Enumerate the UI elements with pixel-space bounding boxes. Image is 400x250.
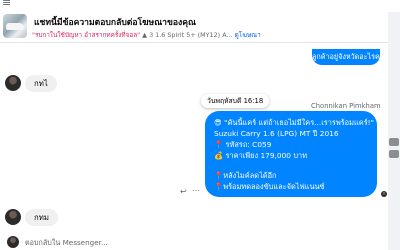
customer-avatar[interactable] xyxy=(5,209,21,225)
car-image-icon xyxy=(6,23,24,30)
message-line: 😎 "คันนี้แคร์ แต่ถ้าเธอไม่มีใคร...เรารพร… xyxy=(214,118,375,127)
incoming-message[interactable]: กทม xyxy=(25,209,58,226)
customer-avatar[interactable] xyxy=(5,75,21,91)
side-thumb-icon[interactable] xyxy=(389,138,399,146)
reply-icon[interactable]: ↩ xyxy=(180,187,187,196)
message-line: 📍พร้อมทดลองขับและจัดไฟแนนซ์ xyxy=(214,182,325,191)
sender-name: Chonnikan Pimkham xyxy=(311,102,381,110)
message-line: 💰 ราคาเพียง 179,000 บาท xyxy=(214,151,308,160)
side-thumb-icon[interactable] xyxy=(389,150,399,158)
top-strip xyxy=(0,0,400,12)
menu-icon[interactable]: ≡ xyxy=(2,0,11,9)
ad-thumbnail[interactable] xyxy=(3,14,27,38)
outgoing-message[interactable]: 😎 "คันนี้แคร์ แต่ถ้าเธอไม่มีใคร...เรารพร… xyxy=(205,111,377,197)
page-avatar xyxy=(7,236,19,248)
side-panel[interactable] xyxy=(388,12,400,250)
seen-avatar-icon xyxy=(381,191,387,197)
more-options-icon[interactable]: ⋯ xyxy=(192,186,200,195)
outgoing-message[interactable]: ลูกค้าอยู่จังหวัดอะไรคะ xyxy=(312,49,384,65)
view-ad-link[interactable]: ดูโฆษณา xyxy=(235,31,261,39)
ad-reply-title: แชทนี้มีข้อความตอบกลับต่อโฆษณาของคุณ xyxy=(34,18,196,28)
reply-input[interactable] xyxy=(25,236,375,249)
ad-message-quote: "รบกาในใช้บัญหา อำสรากทครั้งที่จอล" xyxy=(32,31,141,39)
message-line: 📍หลังไมค์ลดได้อีก xyxy=(214,171,277,180)
message-line: 📍 รหัสรถ: C059 xyxy=(214,140,272,149)
conversation-header: แชทนี้มีข้อความตอบกลับต่อโฆษณาของคุณ "รบ… xyxy=(0,12,388,43)
message-line: Suzuki Carry 1.6 (LPG) MT ปี 2016 xyxy=(214,129,339,138)
timestamp-badge: วันพฤหัสบดี 16:18 xyxy=(201,94,270,108)
ad-details: "รบกาในใช้บัญหา อำสรากทครั้งที่จอล" ▲ 3 … xyxy=(32,30,261,40)
incoming-message[interactable]: กทไ xyxy=(25,75,57,92)
ad-vehicle-info: ▲ 3 1.6 Spirit 5+ (MY12) A... xyxy=(142,31,233,39)
